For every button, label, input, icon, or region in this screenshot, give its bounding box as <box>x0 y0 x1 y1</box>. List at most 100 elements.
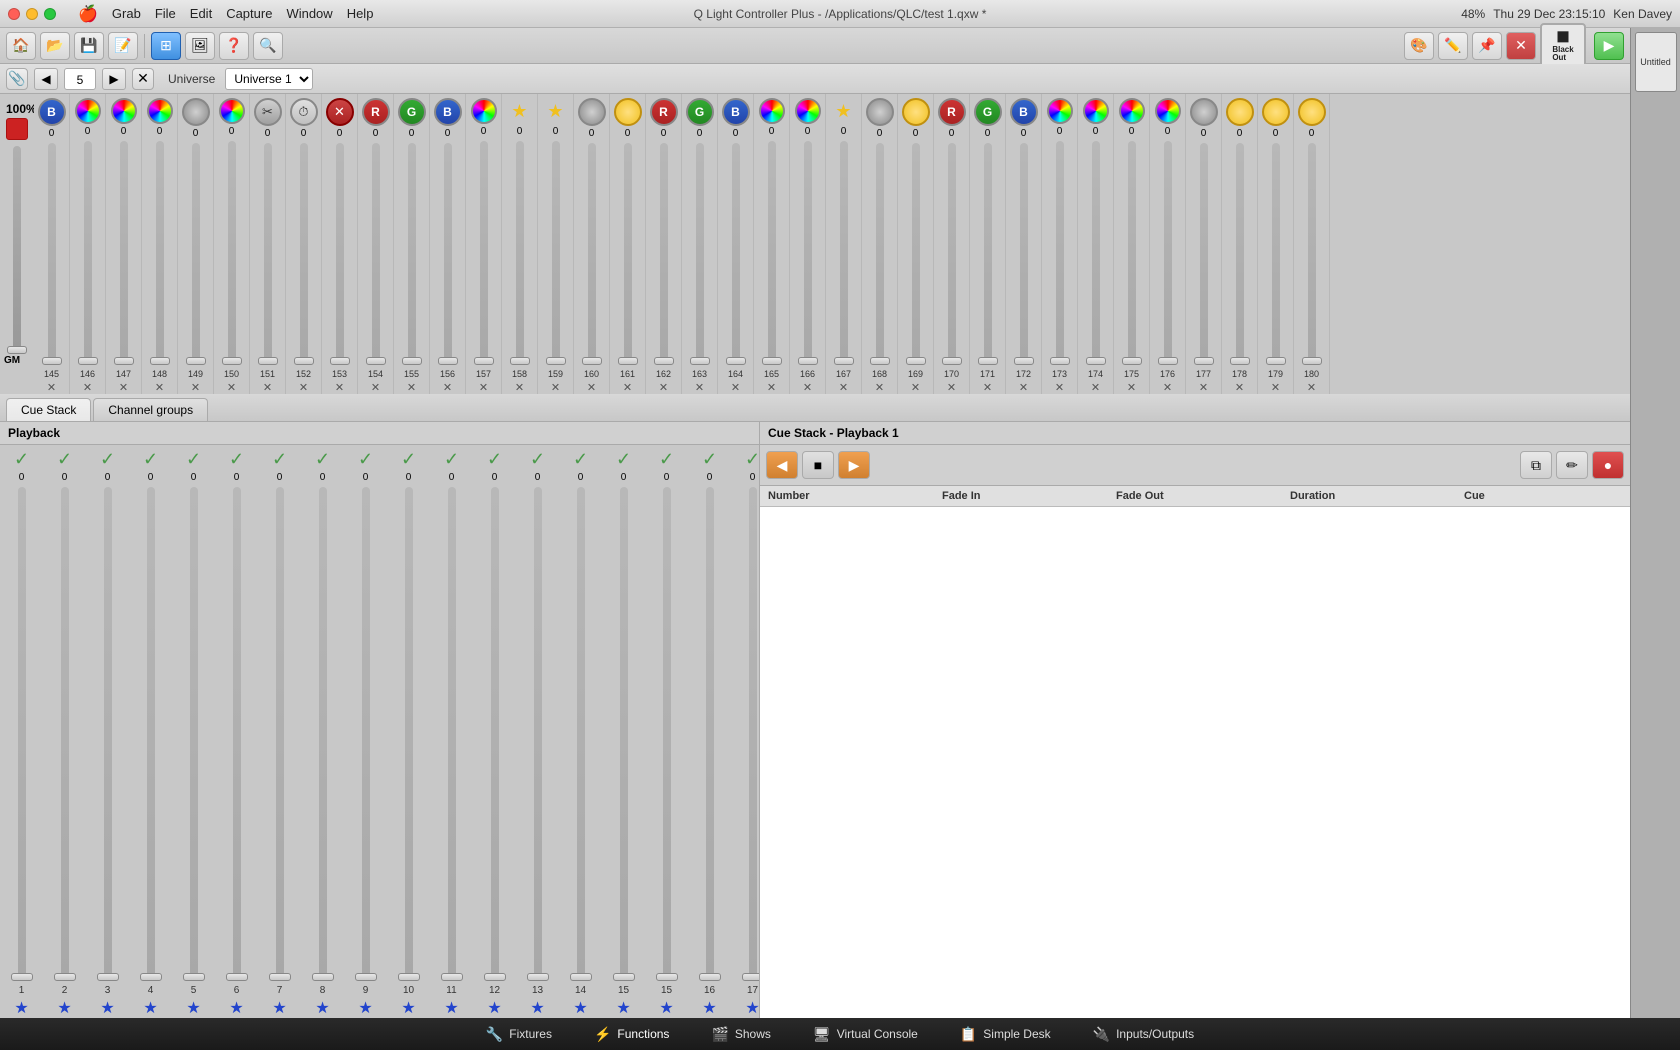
channel-fader[interactable] <box>1020 143 1028 365</box>
pb-star[interactable]: ★ <box>530 998 544 1018</box>
channel-fader[interactable] <box>192 143 200 365</box>
pb-fader[interactable] <box>104 487 112 981</box>
apple-menu[interactable]: 🍎 <box>72 2 104 26</box>
channel-mute[interactable]: ✕ <box>947 381 956 394</box>
nav-item-fixtures[interactable]: 🔧 Fixtures <box>466 1022 572 1047</box>
pb-star[interactable]: ★ <box>573 998 587 1018</box>
dmx-master-btn[interactable] <box>6 118 28 140</box>
toolbar-pencil-btn[interactable]: ✏️ <box>1438 32 1468 60</box>
pb-fader[interactable] <box>749 487 757 981</box>
pb-fader[interactable] <box>190 487 198 981</box>
pb-star[interactable]: ★ <box>401 998 415 1018</box>
toolbar-close-btn[interactable]: ✕ <box>1506 32 1536 60</box>
pb-star[interactable]: ★ <box>272 998 286 1018</box>
save-as-btn[interactable]: 📝 <box>108 32 138 60</box>
channel-mute[interactable]: ✕ <box>1163 381 1172 394</box>
pb-fader[interactable] <box>405 487 413 981</box>
nav-item-virtual-console[interactable]: 🖥 Virtual Console <box>793 1022 938 1047</box>
channel-fader[interactable] <box>696 143 704 365</box>
channel-mute[interactable]: ✕ <box>407 381 416 394</box>
channel-fader[interactable] <box>1092 141 1100 365</box>
channel-fader[interactable] <box>984 143 992 365</box>
channel-fader[interactable] <box>264 143 272 365</box>
channel-fader[interactable] <box>1236 143 1244 365</box>
universe-attach-btn[interactable]: 📎 <box>6 68 28 90</box>
pb-star[interactable]: ★ <box>315 998 329 1018</box>
pb-star[interactable]: ★ <box>358 998 372 1018</box>
universe-select[interactable]: Universe 1 <box>225 68 313 90</box>
channel-fader[interactable] <box>1056 141 1064 365</box>
pb-fader[interactable] <box>663 487 671 981</box>
channel-fader[interactable] <box>228 141 236 365</box>
menu-file[interactable]: File <box>149 4 182 23</box>
cue-delete-btn[interactable]: ● <box>1592 451 1624 479</box>
sidebar-thumbnail[interactable]: Untitled <box>1635 32 1677 92</box>
channel-mute[interactable]: ✕ <box>263 381 272 394</box>
channel-mute[interactable]: ✕ <box>1055 381 1064 394</box>
mode-btn[interactable]: ⊞ <box>151 32 181 60</box>
nav-item-inputs/outputs[interactable]: 🔌 Inputs/Outputs <box>1073 1022 1214 1047</box>
channel-mute[interactable]: ✕ <box>911 381 920 394</box>
tab-channel-groups[interactable]: Channel groups <box>93 398 208 421</box>
pb-fader[interactable] <box>319 487 327 981</box>
channel-mute[interactable]: ✕ <box>659 381 668 394</box>
pb-star[interactable]: ★ <box>100 998 114 1018</box>
minimize-button[interactable] <box>26 8 38 20</box>
universe-number[interactable]: 5 <box>64 68 96 90</box>
universe-prev-btn[interactable]: ◀ <box>34 68 58 90</box>
cue-copy-btn[interactable]: ⧉ <box>1520 451 1552 479</box>
channel-mute[interactable]: ✕ <box>767 381 776 394</box>
channel-fader[interactable] <box>156 141 164 365</box>
master-fader[interactable] <box>6 146 28 354</box>
help-btn[interactable]: ❓ <box>219 32 249 60</box>
channel-mute[interactable]: ✕ <box>47 381 56 394</box>
channel-mute[interactable]: ✕ <box>299 381 308 394</box>
nav-item-shows[interactable]: 🎬 Shows <box>691 1022 790 1047</box>
channel-fader[interactable] <box>1308 143 1316 365</box>
channel-mute[interactable]: ✕ <box>839 381 848 394</box>
pb-star[interactable]: ★ <box>616 998 630 1018</box>
channel-mute[interactable]: ✕ <box>1091 381 1100 394</box>
channel-mute[interactable]: ✕ <box>551 381 560 394</box>
channel-mute[interactable]: ✕ <box>443 381 452 394</box>
play-button[interactable]: ▶ <box>1594 32 1624 60</box>
channel-fader[interactable] <box>1200 143 1208 365</box>
channel-fader[interactable] <box>732 143 740 365</box>
channel-fader[interactable] <box>444 143 452 365</box>
universe-close-btn[interactable]: ✕ <box>132 68 154 90</box>
pb-star[interactable]: ★ <box>229 998 243 1018</box>
menu-capture[interactable]: Capture <box>220 4 278 23</box>
channel-fader[interactable] <box>1128 141 1136 365</box>
channel-mute[interactable]: ✕ <box>155 381 164 394</box>
channel-fader[interactable] <box>84 141 92 365</box>
channel-fader[interactable] <box>480 141 488 365</box>
cue-forward-btn[interactable]: ▶ <box>838 451 870 479</box>
blackout-button[interactable]: ◼ BlackOut <box>1540 23 1586 69</box>
channel-mute[interactable]: ✕ <box>335 381 344 394</box>
menu-window[interactable]: Window <box>280 4 338 23</box>
menu-help[interactable]: Help <box>341 4 380 23</box>
channel-mute[interactable]: ✕ <box>731 381 740 394</box>
channel-fader[interactable] <box>840 141 848 365</box>
cue-back-btn[interactable]: ◀ <box>766 451 798 479</box>
pb-star[interactable]: ★ <box>186 998 200 1018</box>
channel-fader[interactable] <box>948 143 956 365</box>
pb-star[interactable]: ★ <box>487 998 501 1018</box>
search-btn[interactable]: 🔍 <box>253 32 283 60</box>
channel-fader[interactable] <box>336 143 344 365</box>
channel-fader[interactable] <box>408 143 416 365</box>
channel-mute[interactable]: ✕ <box>191 381 200 394</box>
channel-mute[interactable]: ✕ <box>479 381 488 394</box>
channel-fader[interactable] <box>660 143 668 365</box>
workspace-btn[interactable]: 🏠 <box>6 32 36 60</box>
channel-mute[interactable]: ✕ <box>371 381 380 394</box>
pb-fader[interactable] <box>362 487 370 981</box>
channel-fader[interactable] <box>912 143 920 365</box>
toolbar-bookmark-btn[interactable]: 📌 <box>1472 32 1502 60</box>
channel-mute[interactable]: ✕ <box>119 381 128 394</box>
pb-fader[interactable] <box>534 487 542 981</box>
pb-fader[interactable] <box>620 487 628 981</box>
channel-mute[interactable]: ✕ <box>623 381 632 394</box>
universe-next-btn[interactable]: ▶ <box>102 68 126 90</box>
channel-fader[interactable] <box>48 143 56 365</box>
